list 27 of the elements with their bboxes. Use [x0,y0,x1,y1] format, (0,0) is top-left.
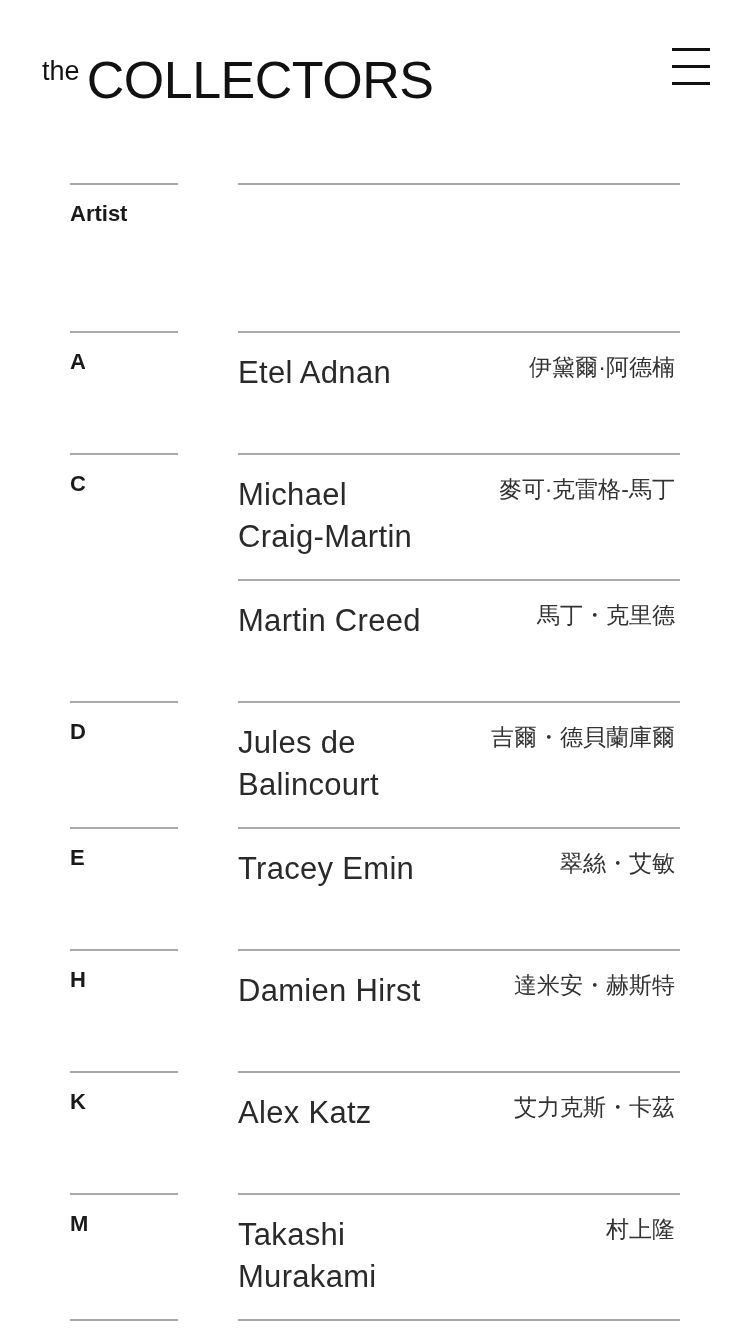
menu-button[interactable] [672,48,710,85]
artist-name-link[interactable]: Michael Craig-Martin [238,474,431,558]
artist-name-link[interactable]: Alex Katz [238,1092,372,1134]
logo-link[interactable]: $^{the}$ COLLECTORS [42,45,434,115]
index-letter: C [70,471,86,497]
chinese-name: 村上隆 [606,1215,675,1244]
index-letter: A [70,349,86,375]
artist-name-link[interactable]: Etel Adnan [238,352,391,394]
chinese-name: 吉爾・德貝蘭庫爾 [491,723,675,752]
chinese-name: 麥可·克雷格-馬丁 [498,475,675,504]
index-letter: M [70,1211,89,1237]
chinese-name: 翠絲・艾敏 [560,849,675,878]
chinese-name: 艾力克斯・卡茲 [514,1093,675,1122]
menu-icon [672,48,710,85]
artist-name-link[interactable]: Takashi Murakami [238,1214,431,1298]
artist-name-link[interactable]: Damien Hirst [238,970,421,1012]
artist-name-link[interactable]: Jules de Balincourt [238,722,431,806]
column-heading: Artist [70,201,128,227]
index-letter: K [70,1089,86,1115]
artist-name-link[interactable]: Tracey Emin [238,848,415,890]
chinese-name: 伊黛爾·阿德楠 [529,353,675,382]
index-letter: D [70,719,86,745]
index-letter: H [70,967,86,993]
index-letter: E [70,845,85,871]
artist-name-link[interactable]: Martin Creed [238,600,421,642]
chinese-name: 達米安・赫斯特 [514,971,675,1000]
chinese-name: 馬丁・克里德 [537,601,675,630]
